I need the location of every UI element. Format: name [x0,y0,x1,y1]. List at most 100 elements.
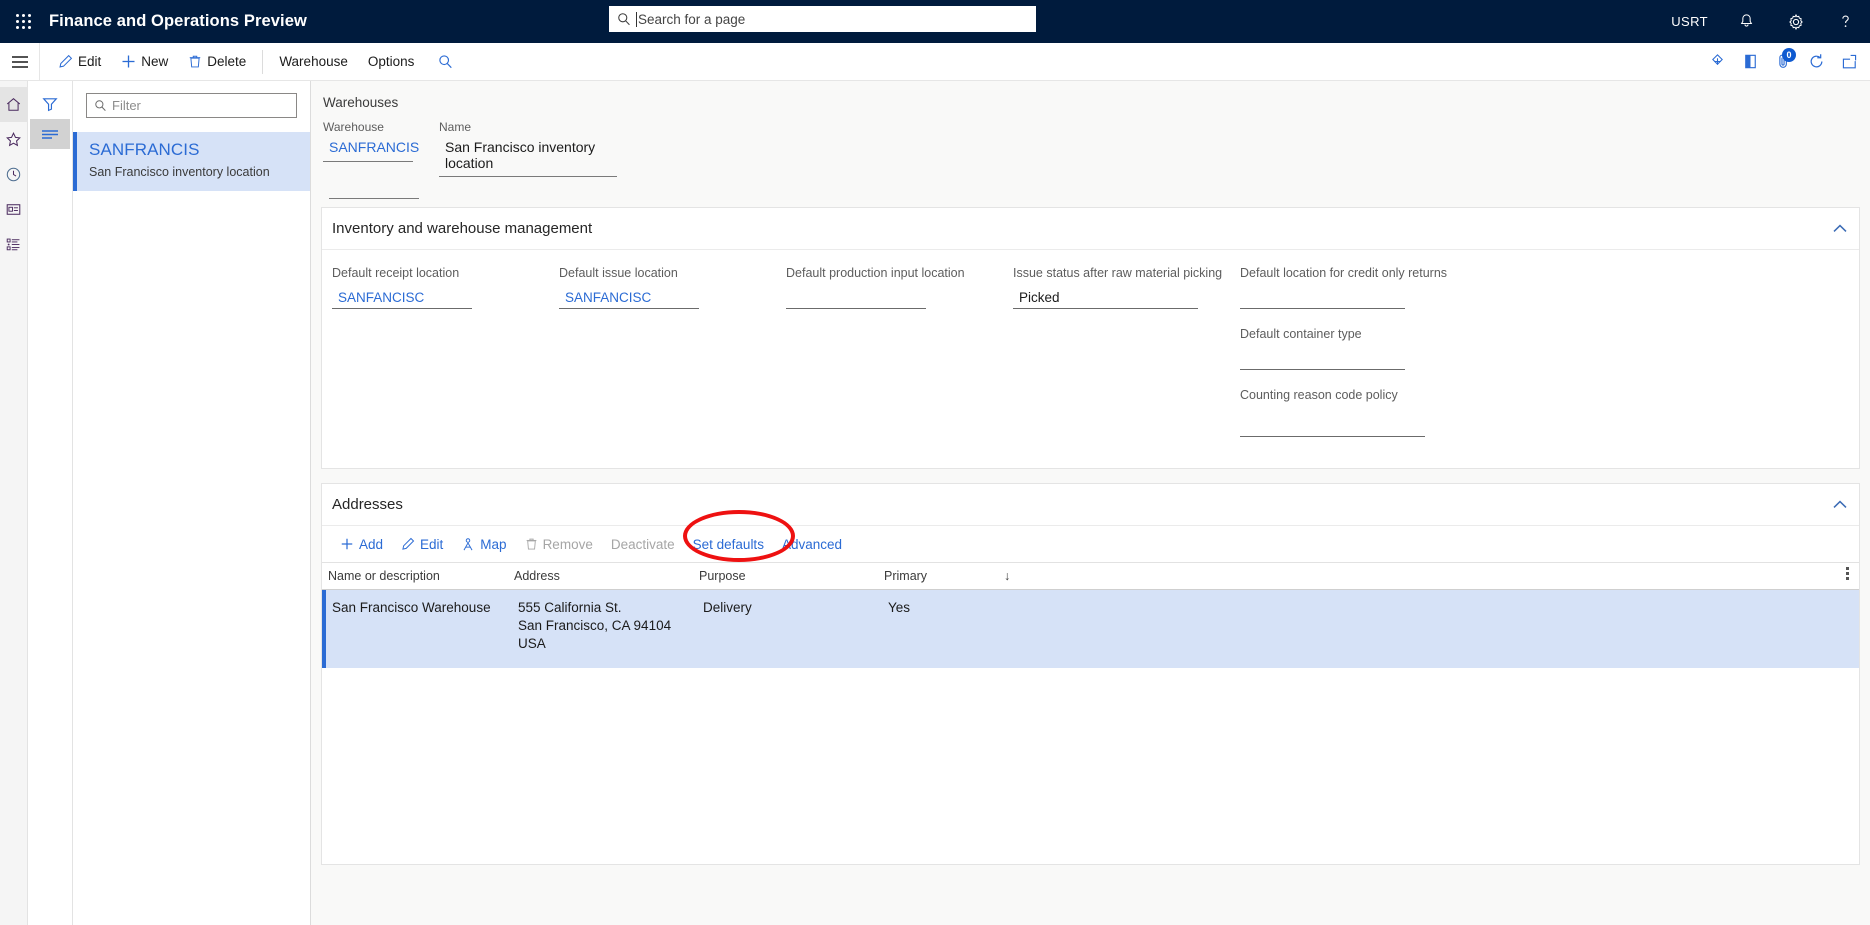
search-icon [438,54,453,69]
column-header-primary[interactable]: Primary [884,569,1004,583]
address-deactivate-button: Deactivate [603,533,683,556]
attachments-count-badge: 0 [1782,48,1796,62]
modules-list-icon [5,236,22,253]
addresses-grid-empty-area [322,668,1859,864]
field-default-location-for-credit-only-returns-value[interactable] [1240,286,1405,309]
options-menu-label: Options [367,54,415,69]
rail-item-modules[interactable] [0,227,28,262]
address-line-3: USA [518,636,546,651]
address-set-defaults-label: Set defaults [692,536,764,552]
section-addresses-body: Add Edit Map Remove Deactivate Set defau… [322,510,1859,864]
inventory-column-1: Default receipt location SANFANCISC [332,266,559,446]
field-default-container-type: Default container type [1240,327,1440,370]
global-search-box[interactable] [609,6,1036,32]
field-counting-reason-code-policy-value[interactable] [1240,414,1425,437]
field-default-issue-location-label: Default issue location [559,266,678,280]
list-view-rail [28,81,73,925]
header-field-name-label: Name [439,120,472,134]
cell-name-or-description: San Francisco Warehouse [332,600,491,615]
text-caret [636,11,637,27]
app-launcher-icon[interactable] [0,0,46,43]
address-add-button[interactable]: Add [332,533,391,556]
field-default-container-type-value[interactable] [1240,347,1405,370]
rail-item-favorites[interactable] [0,122,28,157]
field-default-receipt-location-value[interactable]: SANFANCISC [332,286,472,309]
header-field-warehouse-label: Warehouse [323,120,384,134]
hamburger-menu-icon[interactable] [0,43,40,80]
field-default-receipt-location-label: Default receipt location [332,266,460,280]
column-header-purpose[interactable]: Purpose [699,569,884,583]
rail2-item-list[interactable] [30,119,70,149]
home-icon [5,96,22,113]
address-map-button[interactable]: Map [453,533,514,556]
table-row[interactable]: San Francisco Warehouse 555 California S… [322,590,1859,668]
address-remove-button: Remove [517,533,601,556]
chevron-up-icon[interactable] [1833,500,1847,509]
command-search-button[interactable] [424,43,463,80]
section-inventory-title: Inventory and warehouse management [332,220,593,237]
section-inventory-header[interactable]: Inventory and warehouse management [322,208,1859,250]
command-bar: Edit New Delete Warehouse Options 0 [0,43,1870,81]
pencil-icon [58,54,73,69]
refresh-icon[interactable] [1800,43,1833,80]
recent-clock-icon [5,166,22,183]
header-field-warehouse-value[interactable]: SANFRANCIS [323,139,419,162]
warehouse-menu-button[interactable]: Warehouse [269,43,358,80]
filter-funnel-icon [41,95,59,113]
address-line-2: San Francisco, CA 94104 [518,618,672,633]
open-in-new-window-icon[interactable] [1833,43,1866,80]
header-field-name-value[interactable]: San Francisco inventory location [439,139,617,177]
topbar-right-group: USRT [1657,0,1870,43]
inventory-field-grid: Default receipt location SANFANCISC Defa… [332,266,1849,446]
chevron-up-icon[interactable] [1833,224,1847,233]
field-default-location-for-credit-only-returns-label: Default location for credit only returns [1240,266,1448,280]
rail-item-recent[interactable] [0,157,28,192]
section-inventory-and-warehouse-management: Inventory and warehouse management Defau… [321,207,1860,469]
app-title: Finance and Operations Preview [49,12,307,30]
field-counting-reason-code-policy-label: Counting reason code policy [1240,388,1398,402]
field-issue-status-after-raw-material-picking-value[interactable]: Picked [1013,286,1198,309]
address-edit-button[interactable]: Edit [393,533,451,556]
new-button[interactable]: New [111,43,178,80]
user-initials[interactable]: USRT [1657,0,1722,43]
personalize-icon[interactable] [1734,43,1767,80]
column-options-icon[interactable] [1846,567,1849,580]
page-header-fields: Warehouse SANFRANCIS Name San Francisco … [321,120,1870,177]
question-mark-icon[interactable] [1821,0,1870,43]
options-menu-button[interactable]: Options [358,43,425,80]
field-default-issue-location-value[interactable]: SANFANCISC [559,286,699,309]
inventory-column-5: Default location for credit only returns… [1240,266,1448,446]
address-deactivate-label: Deactivate [610,536,675,552]
filter-box[interactable] [86,93,297,118]
cell-purpose: Delivery [703,600,752,615]
section-addresses-header[interactable]: Addresses [322,484,1859,526]
main-content: Warehouses Warehouse SANFRANCIS Name San… [311,81,1870,925]
bell-icon[interactable] [1722,0,1771,43]
inventory-column-3: Default production input location [786,266,1013,446]
attachments-icon[interactable]: 0 [1767,43,1800,80]
address-map-label: Map [480,536,507,552]
sort-direction-indicator[interactable]: ↓ [1004,569,1044,583]
cell-primary: Yes [888,600,911,615]
header-field-warehouse: Warehouse SANFRANCIS [323,120,419,177]
rail-item-workspaces[interactable] [0,192,28,227]
column-header-name-or-description[interactable]: Name or description [328,569,514,583]
rail-item-home[interactable] [0,87,28,122]
filter-input[interactable] [112,98,289,113]
rail2-item-filter[interactable] [30,89,70,119]
inventory-column-4: Issue status after raw material picking … [1013,266,1240,446]
gear-icon[interactable] [1771,0,1821,43]
trash-icon [525,537,538,551]
section-addresses: Addresses Add Edit Map Remove Deactivate… [321,483,1860,865]
address-advanced-button[interactable]: Advanced [774,533,850,556]
delete-button[interactable]: Delete [178,43,256,80]
pencil-icon [401,537,415,551]
field-default-production-input-location-value[interactable] [786,286,926,309]
edit-button[interactable]: Edit [48,43,111,80]
search-input[interactable] [637,11,1028,27]
share-icon[interactable] [1701,43,1734,80]
column-header-address[interactable]: Address [514,569,699,583]
search-icon [94,99,107,112]
list-item[interactable]: SANFRANCIS San Francisco inventory locat… [73,132,310,191]
address-set-defaults-button[interactable]: Set defaults [685,533,772,556]
